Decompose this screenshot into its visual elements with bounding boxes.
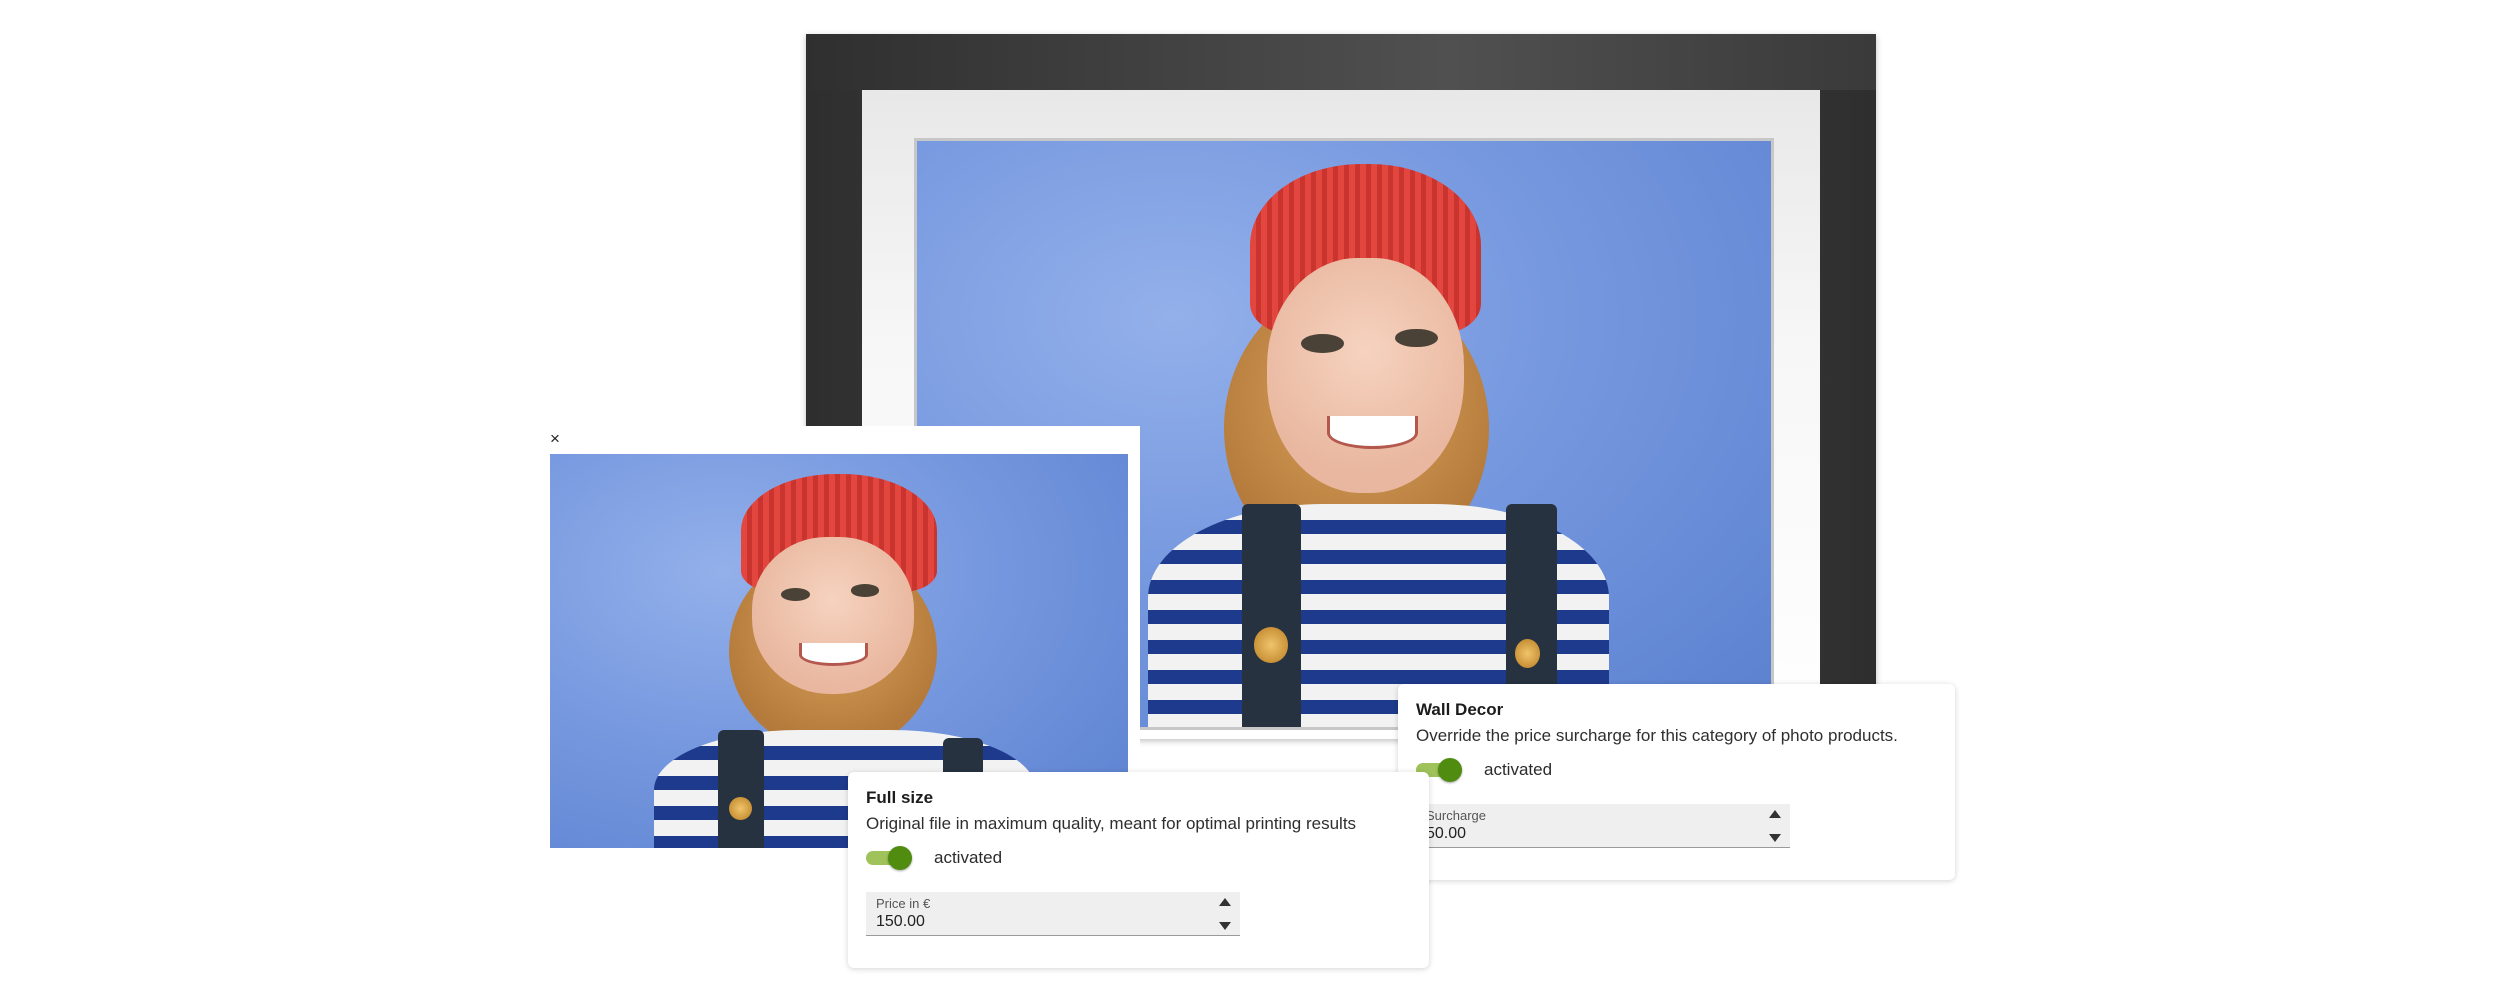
close-icon[interactable]: × [550, 430, 560, 447]
toggle-knob [888, 846, 912, 870]
price-label: Price in € [876, 896, 931, 911]
wall-decor-toggle-row: activated [1416, 758, 1937, 782]
full-size-settings-card: Full size Original file in maximum quali… [848, 772, 1429, 968]
full-size-toggle[interactable] [866, 846, 916, 870]
face-shape [1267, 258, 1464, 493]
smile-shape [1326, 416, 1419, 449]
overall-strap-left [1241, 504, 1302, 727]
left-eye-shape [1301, 334, 1344, 354]
face-shape [752, 536, 915, 695]
right-eye-shape [850, 584, 880, 597]
right-eye-shape [1395, 328, 1438, 348]
chevron-down-icon[interactable] [1769, 834, 1781, 842]
chevron-up-icon[interactable] [1219, 898, 1231, 906]
wall-decor-toggle-label: activated [1484, 760, 1553, 779]
full-size-title: Full size [866, 788, 934, 807]
wall-decor-settings-card: Wall Decor Override the price surcharge … [1398, 684, 1955, 880]
overall-button-left [1254, 627, 1289, 663]
price-input[interactable]: 150.00 [876, 911, 1159, 933]
surcharge-input[interactable]: 50.00 [1426, 823, 1709, 845]
wall-decor-title: Wall Decor [1416, 700, 1504, 719]
surcharge-field[interactable]: Surcharge 50.00 [1416, 804, 1790, 848]
full-size-toggle-label: activated [934, 848, 1003, 867]
full-size-toggle-row: activated [866, 846, 1411, 870]
chevron-down-icon[interactable] [1219, 922, 1231, 930]
price-stepper[interactable] [1218, 896, 1232, 932]
toggle-knob [1438, 758, 1462, 782]
chevron-up-icon[interactable] [1769, 810, 1781, 818]
frame-top-edge [806, 34, 1876, 90]
left-eye-shape [781, 587, 811, 601]
full-size-description: Original file in maximum quality, meant … [866, 814, 1357, 833]
surcharge-stepper[interactable] [1768, 808, 1782, 844]
overall-strap-left [717, 729, 764, 848]
wall-decor-description: Override the price surcharge for this ca… [1416, 726, 1898, 745]
smile-shape [798, 643, 869, 666]
price-field[interactable]: Price in € 150.00 [866, 892, 1240, 936]
surcharge-label: Surcharge [1426, 808, 1486, 823]
